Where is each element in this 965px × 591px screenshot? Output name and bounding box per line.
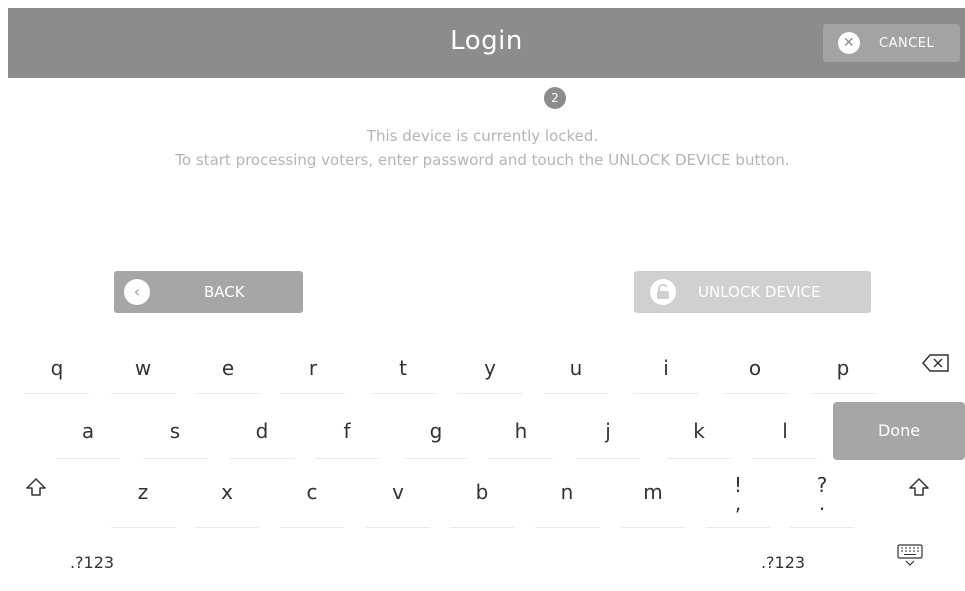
key-r[interactable]: r bbox=[283, 346, 343, 390]
key-divider bbox=[111, 393, 175, 394]
key-divider bbox=[621, 527, 685, 528]
key-c[interactable]: c bbox=[282, 470, 342, 514]
key-q[interactable]: q bbox=[27, 346, 87, 390]
lock-message-line2: To start processing voters, enter passwo… bbox=[175, 151, 790, 169]
key-divider bbox=[790, 527, 854, 528]
key-lower-char: . bbox=[818, 491, 826, 515]
key-m[interactable]: m bbox=[623, 470, 683, 514]
backspace-icon bbox=[921, 354, 951, 377]
unlock-icon bbox=[650, 279, 676, 305]
key-divider bbox=[315, 458, 379, 459]
key-o[interactable]: o bbox=[725, 346, 785, 390]
key-h[interactable]: h bbox=[491, 409, 551, 453]
key-exclaim-comma[interactable]: !, bbox=[708, 470, 768, 520]
key-divider bbox=[111, 527, 175, 528]
key-k[interactable]: k bbox=[669, 409, 729, 453]
key-divider bbox=[371, 393, 435, 394]
backspace-key[interactable] bbox=[906, 346, 965, 390]
key-divider bbox=[280, 527, 344, 528]
key-d[interactable]: d bbox=[232, 409, 292, 453]
cancel-label: CANCEL bbox=[879, 36, 935, 51]
key-z[interactable]: z bbox=[113, 470, 173, 514]
key-divider bbox=[811, 393, 875, 394]
page-title: Login bbox=[450, 26, 523, 56]
key-divider bbox=[723, 393, 787, 394]
key-divider bbox=[196, 393, 260, 394]
key-divider bbox=[25, 393, 89, 394]
unlock-device-button[interactable]: UNLOCK DEVICE bbox=[634, 271, 871, 313]
key-divider bbox=[489, 458, 553, 459]
key-e[interactable]: e bbox=[198, 346, 258, 390]
key-divider bbox=[143, 458, 207, 459]
key-question-period[interactable]: ?. bbox=[792, 470, 852, 520]
step-badge: 2 bbox=[544, 87, 566, 109]
key-a[interactable]: a bbox=[58, 409, 118, 453]
key-divider bbox=[753, 458, 817, 459]
key-w[interactable]: w bbox=[113, 346, 173, 390]
key-n[interactable]: n bbox=[537, 470, 597, 514]
key-divider bbox=[667, 458, 731, 459]
key-divider bbox=[366, 527, 430, 528]
key-divider bbox=[535, 527, 599, 528]
key-p[interactable]: p bbox=[813, 346, 873, 390]
back-button[interactable]: ‹ BACK bbox=[114, 271, 303, 313]
key-divider bbox=[230, 458, 294, 459]
key-lower-char: , bbox=[734, 491, 742, 515]
key-t[interactable]: t bbox=[373, 346, 433, 390]
key-g[interactable]: g bbox=[406, 409, 466, 453]
key-l[interactable]: l bbox=[755, 409, 815, 453]
key-divider bbox=[706, 527, 770, 528]
key-j[interactable]: j bbox=[578, 409, 638, 453]
key-y[interactable]: y bbox=[460, 346, 520, 390]
numbers-key-left[interactable]: .?123 bbox=[52, 541, 132, 585]
shift-key-right[interactable] bbox=[889, 470, 949, 514]
lock-message-line1: This device is currently locked. bbox=[366, 127, 599, 145]
key-x[interactable]: x bbox=[197, 470, 257, 514]
done-key[interactable]: Done bbox=[833, 402, 965, 460]
keyboard-dismiss-key[interactable] bbox=[880, 541, 940, 585]
key-divider bbox=[634, 393, 698, 394]
key-divider bbox=[458, 393, 522, 394]
numbers-key-right[interactable]: .?123 bbox=[743, 541, 823, 585]
key-b[interactable]: b bbox=[452, 470, 512, 514]
key-v[interactable]: v bbox=[368, 470, 428, 514]
key-u[interactable]: u bbox=[546, 346, 606, 390]
keyboard-dismiss-icon bbox=[896, 544, 924, 572]
cancel-button[interactable]: ✕ CANCEL bbox=[823, 24, 960, 62]
close-icon: ✕ bbox=[838, 32, 860, 54]
unlock-label: UNLOCK DEVICE bbox=[698, 283, 821, 301]
shift-key-left[interactable] bbox=[6, 470, 66, 514]
key-divider bbox=[404, 458, 468, 459]
back-label: BACK bbox=[204, 283, 245, 301]
key-i[interactable]: i bbox=[636, 346, 696, 390]
key-divider bbox=[56, 458, 120, 459]
header-bar: Login ✕ CANCEL bbox=[8, 8, 965, 78]
key-s[interactable]: s bbox=[145, 409, 205, 453]
shift-icon bbox=[25, 478, 47, 501]
chevron-left-icon: ‹ bbox=[124, 279, 150, 305]
shift-icon bbox=[908, 478, 930, 501]
key-divider bbox=[450, 527, 514, 528]
key-divider bbox=[544, 393, 608, 394]
key-divider bbox=[281, 393, 345, 394]
key-divider bbox=[576, 458, 640, 459]
key-f[interactable]: f bbox=[317, 409, 377, 453]
key-divider bbox=[195, 527, 259, 528]
